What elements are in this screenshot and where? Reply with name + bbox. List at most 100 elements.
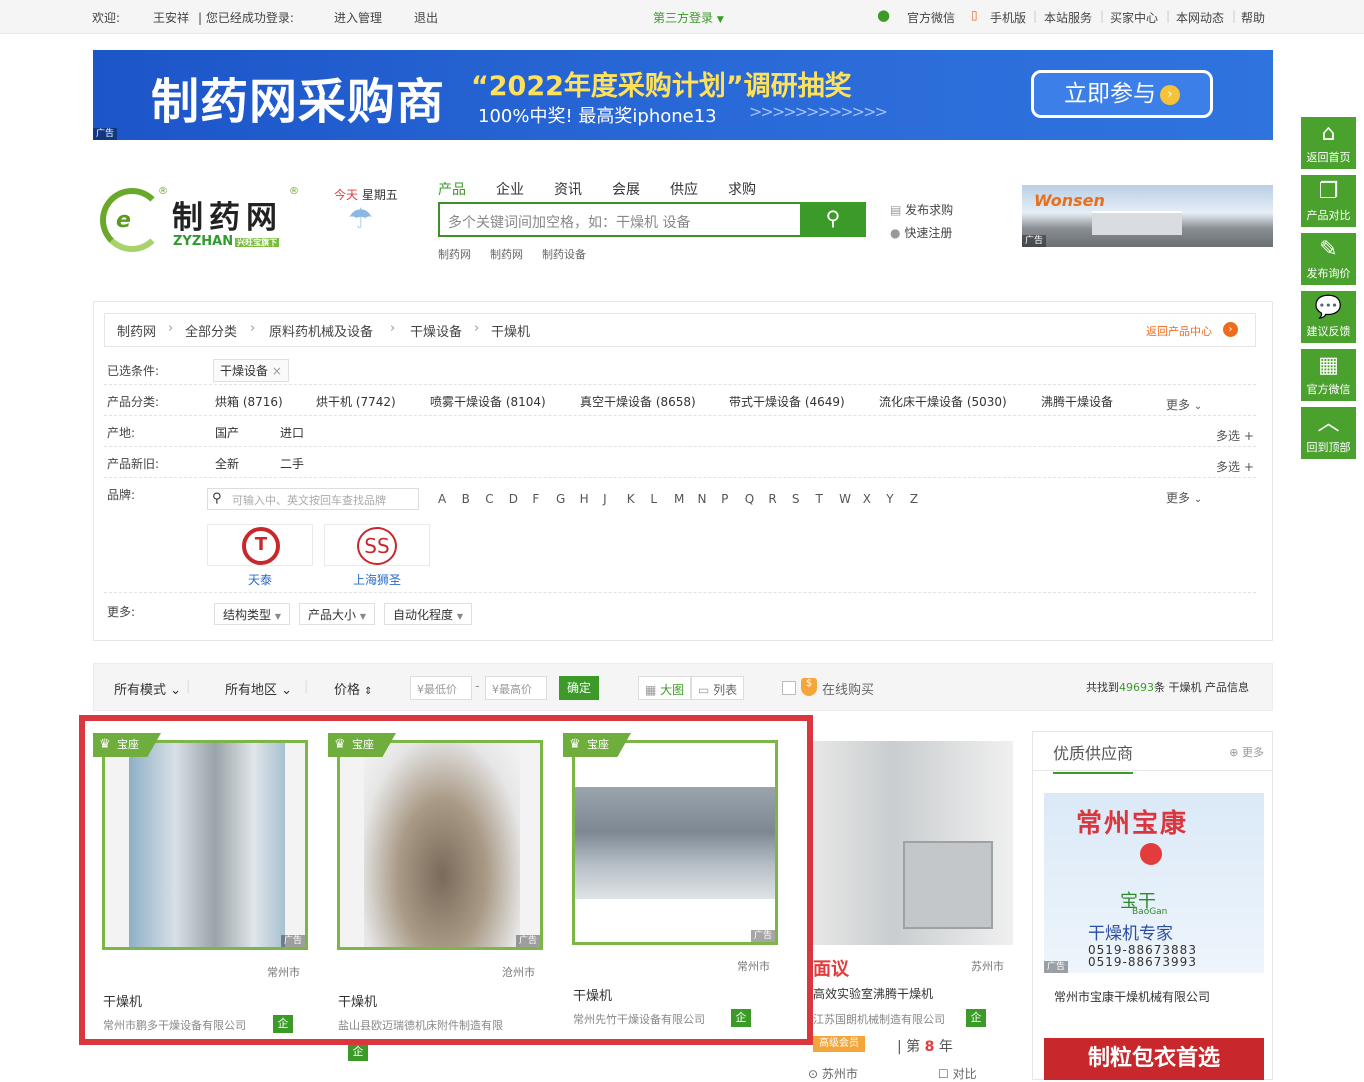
min-price-input[interactable]: ¥最低价: [410, 676, 472, 700]
brand-search-input[interactable]: ⚲ 可输入中、英文按回车查找品牌: [207, 488, 419, 510]
brand-letter-t[interactable]: T: [816, 492, 840, 506]
help-link[interactable]: 帮助: [1241, 9, 1265, 26]
structure-type-dropdown[interactable]: 结构类型 ▼: [214, 603, 290, 625]
rail-wechat[interactable]: ▦ 官方微信: [1301, 349, 1356, 401]
tab-buy[interactable]: 求购: [728, 179, 756, 199]
list-view-button[interactable]: ▭ 列表: [691, 676, 745, 700]
category-option[interactable]: 流化床干燥设备 (5030): [879, 393, 1007, 410]
breadcrumb-item[interactable]: 制药网: [117, 321, 156, 340]
rail-feedback[interactable]: 💬 建议反馈: [1301, 291, 1356, 343]
brand-logo-shisheng[interactable]: SS: [324, 524, 430, 566]
category-option[interactable]: 真空干燥设备 (8658): [580, 393, 696, 410]
category-more-button[interactable]: 更多 ⌄: [1166, 396, 1202, 413]
side-ad-image[interactable]: Wonsen 广告: [1022, 185, 1273, 247]
brand-letter-c[interactable]: C: [485, 492, 509, 506]
register-link[interactable]: ● 快速注册: [890, 224, 952, 241]
post-buy-link[interactable]: ▤ 发布求购: [890, 201, 953, 218]
brand-letter-j[interactable]: J: [603, 492, 627, 506]
brand-letter-d[interactable]: D: [509, 492, 533, 506]
tab-expo[interactable]: 会展: [612, 179, 640, 199]
price-sort[interactable]: 价格 ⇕: [334, 679, 373, 698]
location-link[interactable]: ⊙ 苏州市: [808, 1065, 858, 1082]
company-name[interactable]: 江苏国朗机械制造有限公司: [813, 1011, 945, 1027]
rail-home[interactable]: ⌂ 返回首页: [1301, 117, 1356, 169]
automation-dropdown[interactable]: 自动化程度 ▼: [384, 603, 472, 625]
category-option[interactable]: 带式干燥设备 (4649): [729, 393, 845, 410]
user-name-link[interactable]: 王安祥: [153, 9, 189, 26]
search-input[interactable]: 多个关键词间加空格，如：干燥机 设备: [448, 212, 690, 232]
hot-keyword[interactable]: 制药网: [438, 246, 471, 262]
brand-letter-r[interactable]: R: [768, 492, 792, 506]
price-confirm-button[interactable]: 确定: [559, 676, 599, 700]
grid-view-button[interactable]: ▦ 大图: [638, 676, 692, 700]
brand-logo-tiantai[interactable]: T: [207, 524, 313, 566]
tab-company[interactable]: 企业: [496, 179, 524, 199]
rail-top[interactable]: ︿ 回到顶部: [1301, 407, 1356, 459]
site-news-link[interactable]: 本网动态: [1176, 9, 1224, 26]
condition-option[interactable]: 全新: [215, 455, 239, 472]
product-image[interactable]: [813, 741, 1013, 945]
rail-inquiry[interactable]: ✎ 发布询价: [1301, 233, 1356, 285]
back-product-center-link[interactable]: 返回产品中心: [1146, 323, 1212, 339]
supplier-company-link[interactable]: 常州市宝康干燥机械有限公司: [1054, 988, 1210, 1005]
suppliers-more-link[interactable]: ⊕ 更多: [1229, 744, 1264, 760]
breadcrumb-item[interactable]: 全部分类: [185, 321, 237, 340]
brand-name[interactable]: 天泰: [248, 571, 272, 588]
brand-letter-b[interactable]: B: [462, 492, 486, 506]
brand-name[interactable]: 上海狮圣: [353, 571, 401, 588]
brand-letter-z[interactable]: Z: [910, 492, 934, 506]
hot-keyword[interactable]: 制药网: [490, 246, 523, 262]
tab-news[interactable]: 资讯: [554, 179, 582, 199]
brand-letter-l[interactable]: L: [650, 492, 674, 506]
supplier-ad-image[interactable]: 常州宝康 宝干 BaoGan 干燥机专家 0519-88673883 0519-…: [1044, 793, 1264, 973]
brand-letter-p[interactable]: P: [721, 492, 745, 506]
category-option[interactable]: 沸腾干燥设备: [1041, 393, 1113, 410]
origin-option[interactable]: 进口: [280, 424, 304, 441]
breadcrumb-item[interactable]: 干燥设备: [410, 321, 462, 340]
search-button[interactable]: ⚲: [800, 202, 866, 237]
promo-banner[interactable]: 制药网采购商 “2022年度采购计划”调研抽奖 100%中奖! 最高奖iphon…: [93, 50, 1273, 140]
breadcrumb-item[interactable]: 原料药机械及设备: [269, 321, 373, 340]
close-icon[interactable]: ×: [272, 364, 282, 378]
join-now-button[interactable]: 立即参与 ›: [1031, 70, 1213, 118]
brand-letter-h[interactable]: H: [580, 492, 604, 506]
mode-dropdown[interactable]: 所有模式 ⌄: [114, 679, 181, 698]
product-name[interactable]: 高效实验室沸腾干燥机: [813, 985, 933, 1002]
brand-more-button[interactable]: 更多 ⌄: [1166, 489, 1202, 506]
max-price-input[interactable]: ¥最高价: [485, 676, 547, 700]
brand-letter-y[interactable]: Y: [886, 492, 910, 506]
condition-option[interactable]: 二手: [280, 455, 304, 472]
condition-multi-button[interactable]: 多选 +: [1216, 458, 1254, 475]
category-option[interactable]: 喷雾干燥设备 (8104): [430, 393, 546, 410]
region-dropdown[interactable]: 所有地区 ⌄: [225, 679, 292, 698]
buyer-center-link[interactable]: 买家中心: [1110, 9, 1158, 26]
brand-letter-w[interactable]: W: [839, 492, 863, 506]
logout-link[interactable]: 退出: [414, 9, 438, 26]
rail-compare[interactable]: ❐ 产品对比: [1301, 175, 1356, 227]
granulator-ad-banner[interactable]: 制粒包衣首选: [1044, 1038, 1264, 1080]
brand-letter-m[interactable]: M: [674, 492, 698, 506]
category-option[interactable]: 烘干机 (7742): [316, 393, 396, 410]
category-option[interactable]: 烘箱 (8716): [215, 393, 283, 410]
brand-letter-g[interactable]: G: [556, 492, 580, 506]
product-size-dropdown[interactable]: 产品大小 ▼: [299, 603, 375, 625]
hot-keyword[interactable]: 制药设备: [542, 246, 586, 262]
origin-option[interactable]: 国产: [215, 424, 239, 441]
logo-title[interactable]: 制药网: [172, 192, 283, 237]
online-buy-checkbox[interactable]: [782, 681, 796, 695]
mobile-link[interactable]: 手机版: [990, 9, 1026, 26]
manage-link[interactable]: 进入管理: [334, 9, 382, 26]
tab-supply[interactable]: 供应: [670, 179, 698, 199]
brand-letter-n[interactable]: N: [698, 492, 722, 506]
compare-checkbox[interactable]: ☐ 对比: [938, 1065, 977, 1082]
brand-letter-k[interactable]: K: [627, 492, 651, 506]
brand-letter-s[interactable]: S: [792, 492, 816, 506]
third-login-dropdown[interactable]: 第三方登录 ▼: [653, 9, 724, 26]
selected-tag[interactable]: 干燥设备 ×: [213, 359, 289, 382]
brand-letter-a[interactable]: A: [438, 492, 462, 506]
logo-mark[interactable]: [100, 188, 164, 252]
tab-product[interactable]: 产品: [438, 179, 466, 199]
brand-letter-x[interactable]: X: [863, 492, 887, 506]
wechat-link[interactable]: 官方微信: [907, 9, 955, 26]
brand-letter-f[interactable]: F: [532, 492, 556, 506]
